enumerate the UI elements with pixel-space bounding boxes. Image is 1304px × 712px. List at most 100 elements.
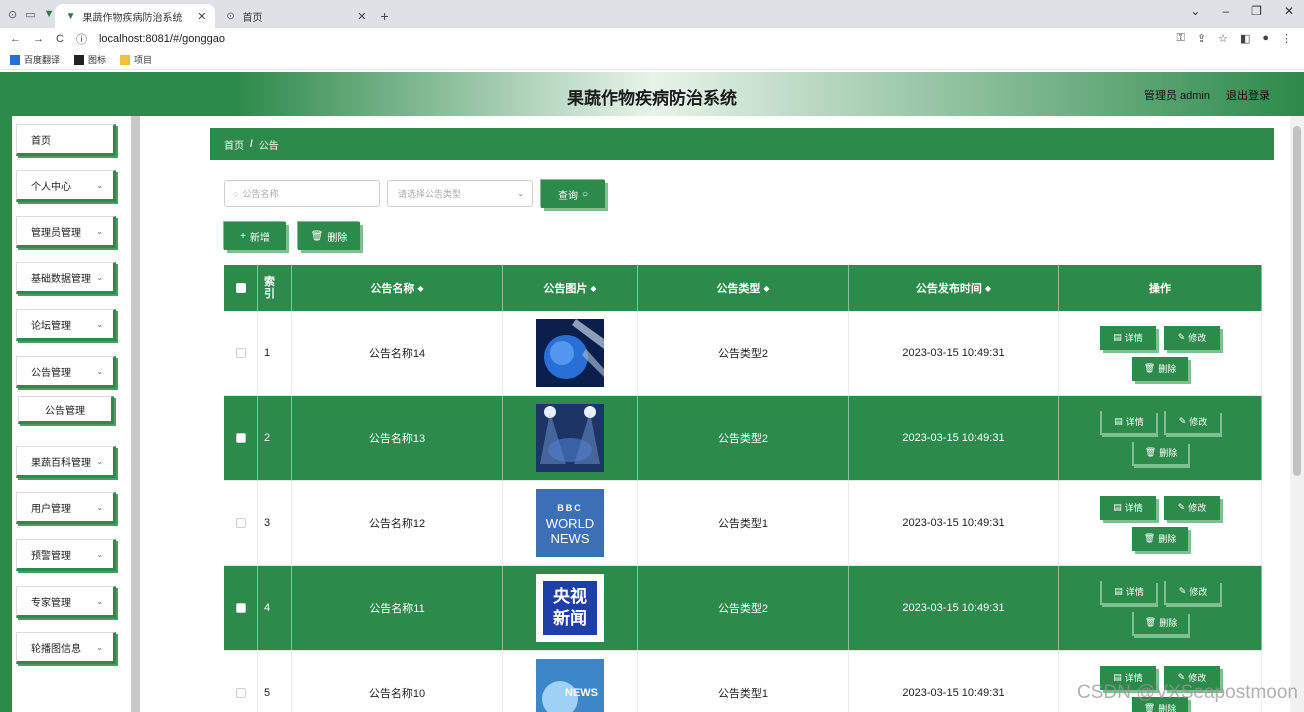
close-icon[interactable]: ✕ <box>197 10 206 23</box>
delete-button[interactable]: 🗑 删除 <box>1132 526 1188 551</box>
url-field[interactable]: localhost:8081/#/gonggao <box>99 33 225 45</box>
chevron-down-icon: ⌄ <box>96 549 103 559</box>
trash-icon: 🗑 <box>1144 447 1157 457</box>
image-cell <box>503 311 638 395</box>
info-icon[interactable]: ⓘ <box>76 31 87 47</box>
notice-thumbnail[interactable]: 央视 新闻 <box>536 574 604 642</box>
sidebar-item[interactable]: 轮播图信息 ⌄ <box>16 632 116 664</box>
tab-title: 首页 <box>242 12 263 24</box>
search-placeholder: 公告名称 <box>242 189 279 199</box>
notice-thumbnail[interactable] <box>536 319 604 387</box>
edit-button[interactable]: ✎ 修改 <box>1164 325 1220 350</box>
notice-name-search-input[interactable]: ○ 公告名称 <box>224 180 380 207</box>
ops-line: ▤ 详情 ✎ 修改 <box>1100 580 1220 605</box>
notice-thumbnail[interactable]: NEWS <box>536 659 604 712</box>
select-all-checkbox[interactable] <box>235 283 246 293</box>
image-cell: BBC WORLD NEWS <box>503 481 638 565</box>
header-type[interactable]: 公告类型 ◆ <box>638 265 849 311</box>
row-checkbox[interactable] <box>235 688 246 698</box>
close-icon[interactable]: ✕ <box>357 10 366 23</box>
sidebar-subitem[interactable]: 公告管理 <box>18 396 114 424</box>
bookmark-item[interactable]: 百度翻译 <box>10 53 60 66</box>
header-image[interactable]: 公告图片 ◆ <box>503 265 638 311</box>
sidebar-item[interactable]: 首页 <box>16 124 116 156</box>
notice-thumbnail[interactable]: BBC WORLD NEWS <box>536 489 604 557</box>
browser-logo-icon[interactable]: ⊙ <box>8 8 17 21</box>
reload-icon[interactable]: C <box>56 33 64 45</box>
tab-strip-icon[interactable]: ▭ <box>25 8 35 21</box>
edit-button[interactable]: ✎ 修改 <box>1164 410 1220 435</box>
header-time[interactable]: 公告发布时间 ◆ <box>849 265 1059 311</box>
row-checkbox[interactable] <box>235 603 246 613</box>
delete-button[interactable]: 🗑 删除 <box>1132 611 1188 636</box>
ops-cell: ▤ 详情 ✎ 修改 🗑 删除 <box>1059 311 1262 395</box>
bookmark-item[interactable]: 项目 <box>120 53 152 66</box>
forward-icon[interactable]: → <box>33 33 44 45</box>
notice-thumbnail[interactable] <box>536 404 604 472</box>
user-area: 管理员 admin 退出登录 <box>1144 87 1270 103</box>
bookmark-item[interactable]: 图标 <box>74 53 106 66</box>
minimize-icon[interactable]: – <box>1222 4 1229 18</box>
sidebar-item[interactable]: 预警管理 ⌄ <box>16 539 116 571</box>
delete-button[interactable]: 🗑 删除 <box>1132 441 1188 466</box>
row-checkbox[interactable] <box>235 518 246 528</box>
row-checkbox[interactable] <box>235 348 246 358</box>
page-scrollbar[interactable] <box>1290 116 1304 712</box>
sidebar-item-label: 公告管理 <box>45 405 85 417</box>
table-row: 4 公告名称11 央视 新闻 公告类型2 2023-03-15 10:49:31 ▤ 详情 ✎ 修… <box>224 566 1262 651</box>
restore-icon[interactable]: ❐ <box>1251 4 1262 18</box>
pencil-icon: ✎ <box>1178 586 1187 596</box>
sidepanel-icon[interactable]: ◧ <box>1240 32 1250 45</box>
delete-button[interactable]: 🗑 删除 <box>1132 356 1188 381</box>
sidebar-item[interactable]: 个人中心 ⌄ <box>16 170 116 202</box>
sidebar-item[interactable]: 基础数据管理 ⌄ <box>16 262 116 294</box>
notice-type-select[interactable]: 请选择公告类型 ⌄ <box>387 180 533 207</box>
sidebar-item[interactable]: 专家管理 ⌄ <box>16 586 116 618</box>
header-name[interactable]: 公告名称 ◆ <box>292 265 503 311</box>
folder-icon <box>120 54 131 65</box>
image-cell <box>503 396 638 480</box>
chevron-down-icon[interactable]: ⌄ <box>1190 4 1200 18</box>
chevron-down-icon: ⌄ <box>96 366 103 376</box>
logout-link[interactable]: 退出登录 <box>1226 87 1270 103</box>
close-window-icon[interactable]: ✕ <box>1284 4 1294 18</box>
row-checkbox[interactable] <box>235 433 246 443</box>
table-header: 索引 公告名称 ◆ 公告图片 ◆ 公告类型 ◆ 公告发布时间 ◆ 操作 <box>224 265 1262 311</box>
chevron-down-icon: ⌄ <box>96 502 103 512</box>
query-button[interactable]: 查询 ○ <box>541 180 605 208</box>
vue-icon[interactable]: ▼ <box>44 8 55 20</box>
sidebar-item[interactable]: 用户管理 ⌄ <box>16 492 116 524</box>
index-cell: 1 <box>258 311 292 395</box>
new-tab-icon[interactable]: + <box>381 4 389 28</box>
name-cell: 公告名称14 <box>292 311 503 395</box>
sidebar-item[interactable]: 公告管理 ⌄ <box>16 356 116 388</box>
detail-button[interactable]: ▤ 详情 <box>1100 495 1156 520</box>
key-icon[interactable]: ⚿ <box>1176 32 1184 45</box>
detail-button[interactable]: ▤ 详情 <box>1100 580 1156 605</box>
sidebar-item[interactable]: 管理员管理 ⌄ <box>16 216 116 248</box>
trash-icon: 🗑 <box>1144 617 1157 627</box>
globe-thumb-icon <box>536 319 604 387</box>
scrollbar-thumb[interactable] <box>1293 126 1301 476</box>
add-button[interactable]: + 新增 <box>224 222 286 250</box>
sidebar-item[interactable]: 论坛管理 ⌄ <box>16 309 116 341</box>
star-icon[interactable]: ☆ <box>1218 32 1228 45</box>
tab-title: 果蔬作物疾病防治系统 <box>82 12 183 24</box>
edit-button[interactable]: ✎ 修改 <box>1164 580 1220 605</box>
detail-button[interactable]: ▤ 详情 <box>1100 410 1156 435</box>
profile-icon[interactable]: ● <box>1262 32 1269 45</box>
detail-button[interactable]: ▤ 详情 <box>1100 325 1156 350</box>
sidebar-item[interactable]: 果蔬百科管理 ⌄ <box>16 446 116 478</box>
type-cell: 公告类型2 <box>638 396 849 480</box>
share-icon[interactable]: ⇪ <box>1197 32 1206 45</box>
breadcrumb-home[interactable]: 首页 <box>224 137 244 152</box>
tab-inactive[interactable]: ⊙ 首页 ✕ <box>215 4 375 28</box>
watermark: CSDN @VXSeapostmoon <box>1077 682 1298 703</box>
sidebar-scrollbar[interactable] <box>131 116 140 712</box>
tab-active[interactable]: ▼ 果蔬作物疾病防治系统 ✕ <box>54 4 215 28</box>
edit-button[interactable]: ✎ 修改 <box>1164 495 1220 520</box>
back-icon[interactable]: ← <box>10 33 21 45</box>
main-content: 首页 / 公告 ○ 公告名称 请选择公告类型 ⌄ 查询 ○ + 新增 🗑 删除 … <box>140 116 1290 712</box>
batch-delete-button[interactable]: 🗑 删除 <box>298 222 360 250</box>
menu-icon[interactable]: ⋮ <box>1281 32 1292 45</box>
